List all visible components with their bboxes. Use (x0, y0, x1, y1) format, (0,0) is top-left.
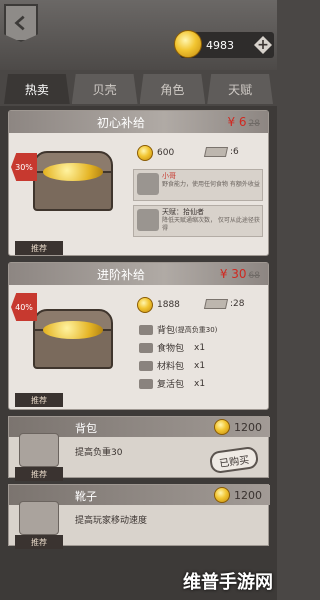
tab-bar: 热卖 贝壳 角色 天赋 (0, 74, 277, 104)
watermark: 维普手游网 (183, 572, 273, 593)
pack-info-talent: 天赋：拾仙者 降低天赋通缩次数， 仅可从此途径获得 (133, 205, 263, 237)
coin-count: 4983 (206, 38, 234, 52)
coin-icon (214, 419, 230, 435)
discount-tag: 30% (11, 153, 37, 181)
purchased-button[interactable]: 已购买 (208, 445, 260, 475)
ticket-icon (203, 147, 229, 157)
recommend-ribbon: 推荐 (15, 535, 63, 549)
item-desc: 提高负重30 (75, 448, 123, 458)
tab-hot[interactable]: 热卖 (4, 74, 70, 104)
revive-pack-icon (139, 378, 153, 389)
coin-icon (137, 145, 153, 161)
boots-icon (19, 501, 59, 535)
pack-price: ¥ 30 68 (219, 267, 260, 281)
backpack-icon (19, 433, 59, 467)
pack-price: ¥ 6 28 (227, 115, 260, 129)
back-button[interactable] (4, 4, 38, 42)
pack-item-backpack: 背包 (提高负重30) (139, 323, 217, 336)
pack-item-food: 食物包 x1 (139, 341, 205, 354)
pack-item-revive: 复活包 x1 (139, 377, 205, 390)
recommend-ribbon: 推荐 (15, 393, 63, 407)
shop-item-backpack[interactable]: 背包 1200 提高负重30 推荐 已购买 (8, 416, 270, 481)
treasure-chest-icon (27, 303, 119, 373)
backpack-icon (139, 324, 153, 335)
material-pack-icon (139, 360, 153, 371)
pack-coins: 1888 (137, 297, 180, 313)
pack-info-character: 小哥 野食能力，使用任何食物 有额外收益 (133, 169, 263, 201)
shop-item-boots[interactable]: 靴子 1200 提高玩家移动速度 推荐 (8, 484, 270, 549)
ticket-icon (203, 299, 229, 309)
character-icon (137, 173, 159, 195)
item-price: 1200 (214, 419, 262, 435)
pack-item-materials: 材料包 x1 (139, 359, 205, 372)
item-desc: 提高玩家移动速度 (75, 516, 148, 526)
pack-card-starter[interactable]: 初心补给 ¥ 6 28 30% 推荐 600 :6 小哥 野食能力，使用任何食物 … (8, 110, 269, 256)
tab-shells[interactable]: 贝壳 (71, 74, 138, 104)
item-name: 背包 (75, 422, 97, 435)
tab-characters[interactable]: 角色 (139, 74, 206, 104)
treasure-chest-icon (27, 145, 119, 215)
coin-icon (174, 30, 202, 58)
coin-balance: 4983 + (174, 30, 274, 58)
item-price: 1200 (214, 487, 262, 503)
food-pack-icon (139, 342, 153, 353)
item-name: 靴子 (75, 490, 97, 503)
discount-tag: 40% (11, 293, 37, 321)
pack-card-advanced[interactable]: 进阶补给 ¥ 30 68 40% 推荐 1888 :28 背包 (提高负重30) 食… (8, 262, 269, 410)
tab-talents[interactable]: 天赋 (207, 74, 273, 104)
pack-tickets: :28 (203, 299, 245, 309)
talent-icon (137, 209, 159, 231)
pack-tickets: :6 (203, 147, 239, 157)
add-coins-button[interactable]: + (254, 36, 272, 54)
pack-coins: 600 (137, 145, 174, 161)
recommend-ribbon: 推荐 (15, 467, 63, 481)
coin-icon (137, 297, 153, 313)
shop-content: 初心补给 ¥ 6 28 30% 推荐 600 :6 小哥 野食能力，使用任何食物 … (0, 106, 277, 600)
recommend-ribbon: 推荐 (15, 241, 63, 255)
back-arrow-icon (14, 15, 25, 31)
coin-icon (214, 487, 230, 503)
